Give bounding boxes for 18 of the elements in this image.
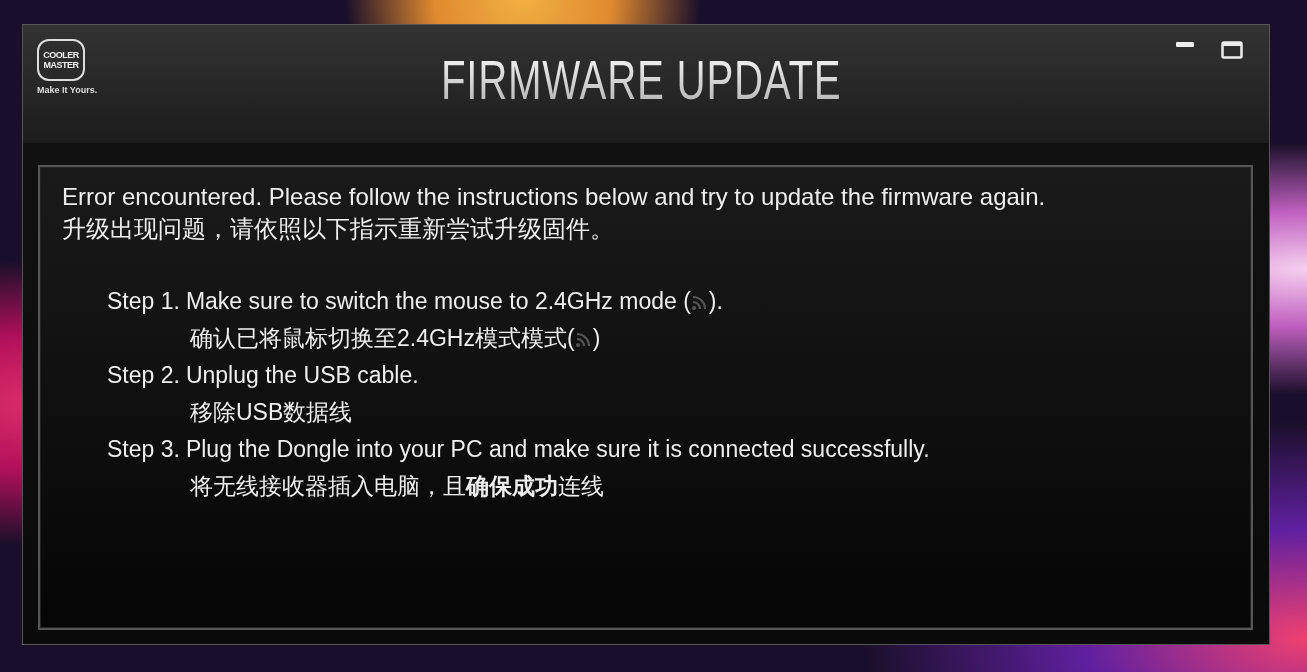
step-text: 移除USB数据线 xyxy=(190,398,353,427)
maximize-button[interactable] xyxy=(1219,39,1245,61)
step-text: Make sure to switch the mouse to 2.4GHz mode ( xyxy=(185,287,691,316)
step-text: ) xyxy=(592,324,601,353)
step-text: 确认已将鼠标切换至2.4GHz模式模式( xyxy=(190,324,575,353)
step-text: Unplug the USB cable. xyxy=(185,361,419,390)
step-label: Step 3. xyxy=(107,435,180,464)
minus-icon xyxy=(1175,41,1195,49)
error-message: 升级出现问题，请依照以下指示重新尝试升级固件。 xyxy=(62,214,615,244)
logo-tagline: Make It Yours. xyxy=(37,85,98,95)
step-text: 将无线接收器插入电脑，且确保成功连线 xyxy=(190,472,604,501)
error-message: Error encountered. Please follow the instructions below and try to update the firmware again. xyxy=(62,182,1047,212)
step-text: ). xyxy=(708,287,723,316)
step-label: Step 2. xyxy=(107,361,180,390)
step-label: Step 1. xyxy=(107,287,180,316)
logo: COOLER MASTER xyxy=(37,39,85,81)
step-text: Plug the Dongle into your PC and make sure it is connected successfully. xyxy=(185,435,930,464)
window-icon xyxy=(1221,41,1243,59)
